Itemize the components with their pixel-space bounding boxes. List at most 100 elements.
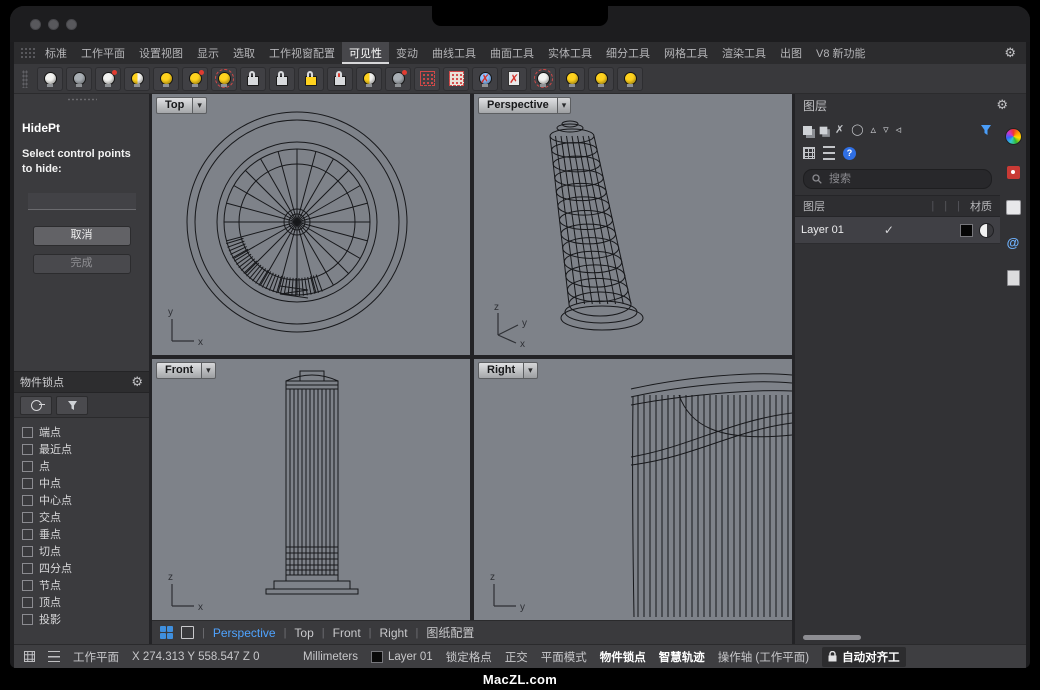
checkbox[interactable] xyxy=(22,546,33,557)
help-icon[interactable]: ? xyxy=(843,147,856,160)
lock-swap-icon[interactable] xyxy=(327,67,353,91)
viewport-tab-front[interactable]: | Front xyxy=(322,626,361,640)
osnap-near[interactable]: 最近点 xyxy=(22,441,149,457)
close-button[interactable] xyxy=(30,19,41,30)
collapse-layer-icon[interactable]: ◃ xyxy=(896,125,902,136)
menu-tab-render-tools[interactable]: 渲染工具 xyxy=(715,42,773,64)
osnap-intersection[interactable]: 交点 xyxy=(22,509,149,525)
new-layer-icon[interactable] xyxy=(803,126,812,135)
four-viewports-icon[interactable] xyxy=(160,626,173,639)
notes-panel-icon[interactable] xyxy=(1007,270,1020,286)
menu-tab-cplane[interactable]: 工作平面 xyxy=(74,42,132,64)
panel-resize-handle[interactable] xyxy=(67,98,97,101)
viewport-right-title[interactable]: Right▾ xyxy=(478,362,538,379)
planar-toggle[interactable]: 平面模式 xyxy=(541,649,587,665)
menu-tab-subd-tools[interactable]: 细分工具 xyxy=(599,42,657,64)
horizontal-scrollbar[interactable] xyxy=(803,635,861,640)
hide-unselected-icon[interactable] xyxy=(211,67,237,91)
osnap-project[interactable]: 投影 xyxy=(22,611,149,627)
hide-points-icon[interactable] xyxy=(443,67,469,91)
minimize-button[interactable] xyxy=(48,19,59,30)
viewport-tab-right[interactable]: | Right xyxy=(369,626,408,640)
menu-tab-v8-new[interactable]: V8 新功能 xyxy=(809,42,873,64)
command-input[interactable] xyxy=(28,193,136,210)
unlock-objects-icon[interactable] xyxy=(269,67,295,91)
osnap-tangent[interactable]: 切点 xyxy=(22,543,149,559)
show-in-detail-icon[interactable] xyxy=(530,67,556,91)
menu-tab-drafting[interactable]: 出图 xyxy=(773,42,809,64)
show-locked-icon[interactable] xyxy=(356,67,382,91)
zoom-button[interactable] xyxy=(66,19,77,30)
checkbox[interactable] xyxy=(22,529,33,540)
osnap-vertex[interactable]: 顶点 xyxy=(22,594,149,610)
osnap-center[interactable]: 中心点 xyxy=(22,492,149,508)
single-viewport-icon[interactable] xyxy=(181,626,194,639)
grid-icon[interactable] xyxy=(24,651,35,662)
viewport-tab-layout[interactable]: | 图纸配置 xyxy=(416,624,475,641)
move-layer-up-icon[interactable]: ▵ xyxy=(871,125,877,136)
unlock-selected-icon[interactable] xyxy=(385,67,411,91)
delete-layer-icon[interactable]: ✗ xyxy=(835,125,844,136)
properties-panel-icon[interactable] xyxy=(1006,200,1021,215)
menu-tab-select[interactable]: 选取 xyxy=(226,42,262,64)
tabbar-gear-icon[interactable]: ⚙ xyxy=(1004,42,1016,64)
viewport-perspective[interactable]: Perspective▾ zyx xyxy=(474,94,792,355)
osnap-filter-button[interactable] xyxy=(56,396,88,415)
menu-tab-mesh-tools[interactable]: 网格工具 xyxy=(657,42,715,64)
menu-tab-set-view[interactable]: 设置视图 xyxy=(132,42,190,64)
layer-row[interactable]: Layer 01 ✓ xyxy=(795,217,1000,244)
auto-align-chip[interactable]: 自动对齐工 xyxy=(822,647,906,667)
viewport-front[interactable]: Front▾ zx xyxy=(152,359,470,620)
hide-in-detail-icon[interactable] xyxy=(472,67,498,91)
checkbox[interactable] xyxy=(22,580,33,591)
menu-tab-surface-tools[interactable]: 曲面工具 xyxy=(483,42,541,64)
layer-visible-check-icon[interactable]: ✓ xyxy=(884,223,894,237)
ortho-toggle[interactable]: 正交 xyxy=(505,649,528,665)
menu-tab-viewport-layout[interactable]: 工作视窗配置 xyxy=(262,42,342,64)
checkbox[interactable] xyxy=(22,427,33,438)
osnap-point[interactable]: 点 xyxy=(22,458,149,474)
viewport-menu-arrow-icon[interactable]: ▾ xyxy=(524,362,538,379)
layer-color-swatch[interactable] xyxy=(960,224,973,237)
viewport-tab-top[interactable]: | Top xyxy=(284,626,314,640)
checkbox[interactable] xyxy=(22,461,33,472)
menu-tab-solid-tools[interactable]: 实体工具 xyxy=(541,42,599,64)
viewport-perspective-title[interactable]: Perspective▾ xyxy=(478,97,571,114)
tabbar-drag-handle[interactable] xyxy=(20,47,36,59)
osnap-toggle[interactable]: 物件锁点 xyxy=(600,649,646,665)
checkbox[interactable] xyxy=(22,495,33,506)
osnap-mode-button[interactable] xyxy=(20,396,52,415)
match-layer-icon[interactable]: ◯ xyxy=(851,125,863,136)
list-icon[interactable] xyxy=(48,651,60,662)
cancel-button[interactable]: 取消 xyxy=(33,226,131,246)
lock-objects-icon[interactable] xyxy=(240,67,266,91)
active-layer-chip[interactable]: Layer 01 xyxy=(371,651,433,663)
osnap-gear-icon[interactable]: ⚙ xyxy=(131,374,143,390)
isolate-objects-icon[interactable] xyxy=(153,67,179,91)
web-panel-icon[interactable]: @ xyxy=(1007,236,1020,249)
checkbox[interactable] xyxy=(22,444,33,455)
viewport-top[interactable]: Top▾ yx xyxy=(152,94,470,355)
grid-snap-toggle[interactable]: 锁定格点 xyxy=(446,649,492,665)
toolbar-drag-handle[interactable] xyxy=(22,70,28,88)
osnap-knot[interactable]: 节点 xyxy=(22,577,149,593)
layer-search[interactable] xyxy=(803,169,992,189)
layer-search-input[interactable] xyxy=(827,172,983,186)
purge-hidden-icon[interactable] xyxy=(501,67,527,91)
layer-light-off-icon[interactable] xyxy=(588,67,614,91)
layer-material-icon[interactable] xyxy=(979,223,994,238)
menu-tab-curve-tools[interactable]: 曲线工具 xyxy=(425,42,483,64)
viewport-menu-arrow-icon[interactable]: ▾ xyxy=(193,97,207,114)
layer-columns-icon[interactable] xyxy=(803,147,815,159)
show-objects-icon[interactable] xyxy=(37,67,63,91)
menu-tab-transform[interactable]: 变动 xyxy=(389,42,425,64)
units-label[interactable]: Millimeters xyxy=(303,651,358,663)
viewport-menu-arrow-icon[interactable]: ▾ xyxy=(558,97,572,114)
viewport-tab-perspective[interactable]: | Perspective xyxy=(202,626,276,640)
osnap-end[interactable]: 端点 xyxy=(22,424,149,440)
unisolate-objects-icon[interactable] xyxy=(182,67,208,91)
done-button[interactable]: 完成 xyxy=(33,254,131,274)
viewport-menu-arrow-icon[interactable]: ▾ xyxy=(202,362,216,379)
viewport-top-title[interactable]: Top▾ xyxy=(156,97,207,114)
cplane-label[interactable]: 工作平面 xyxy=(73,649,119,665)
